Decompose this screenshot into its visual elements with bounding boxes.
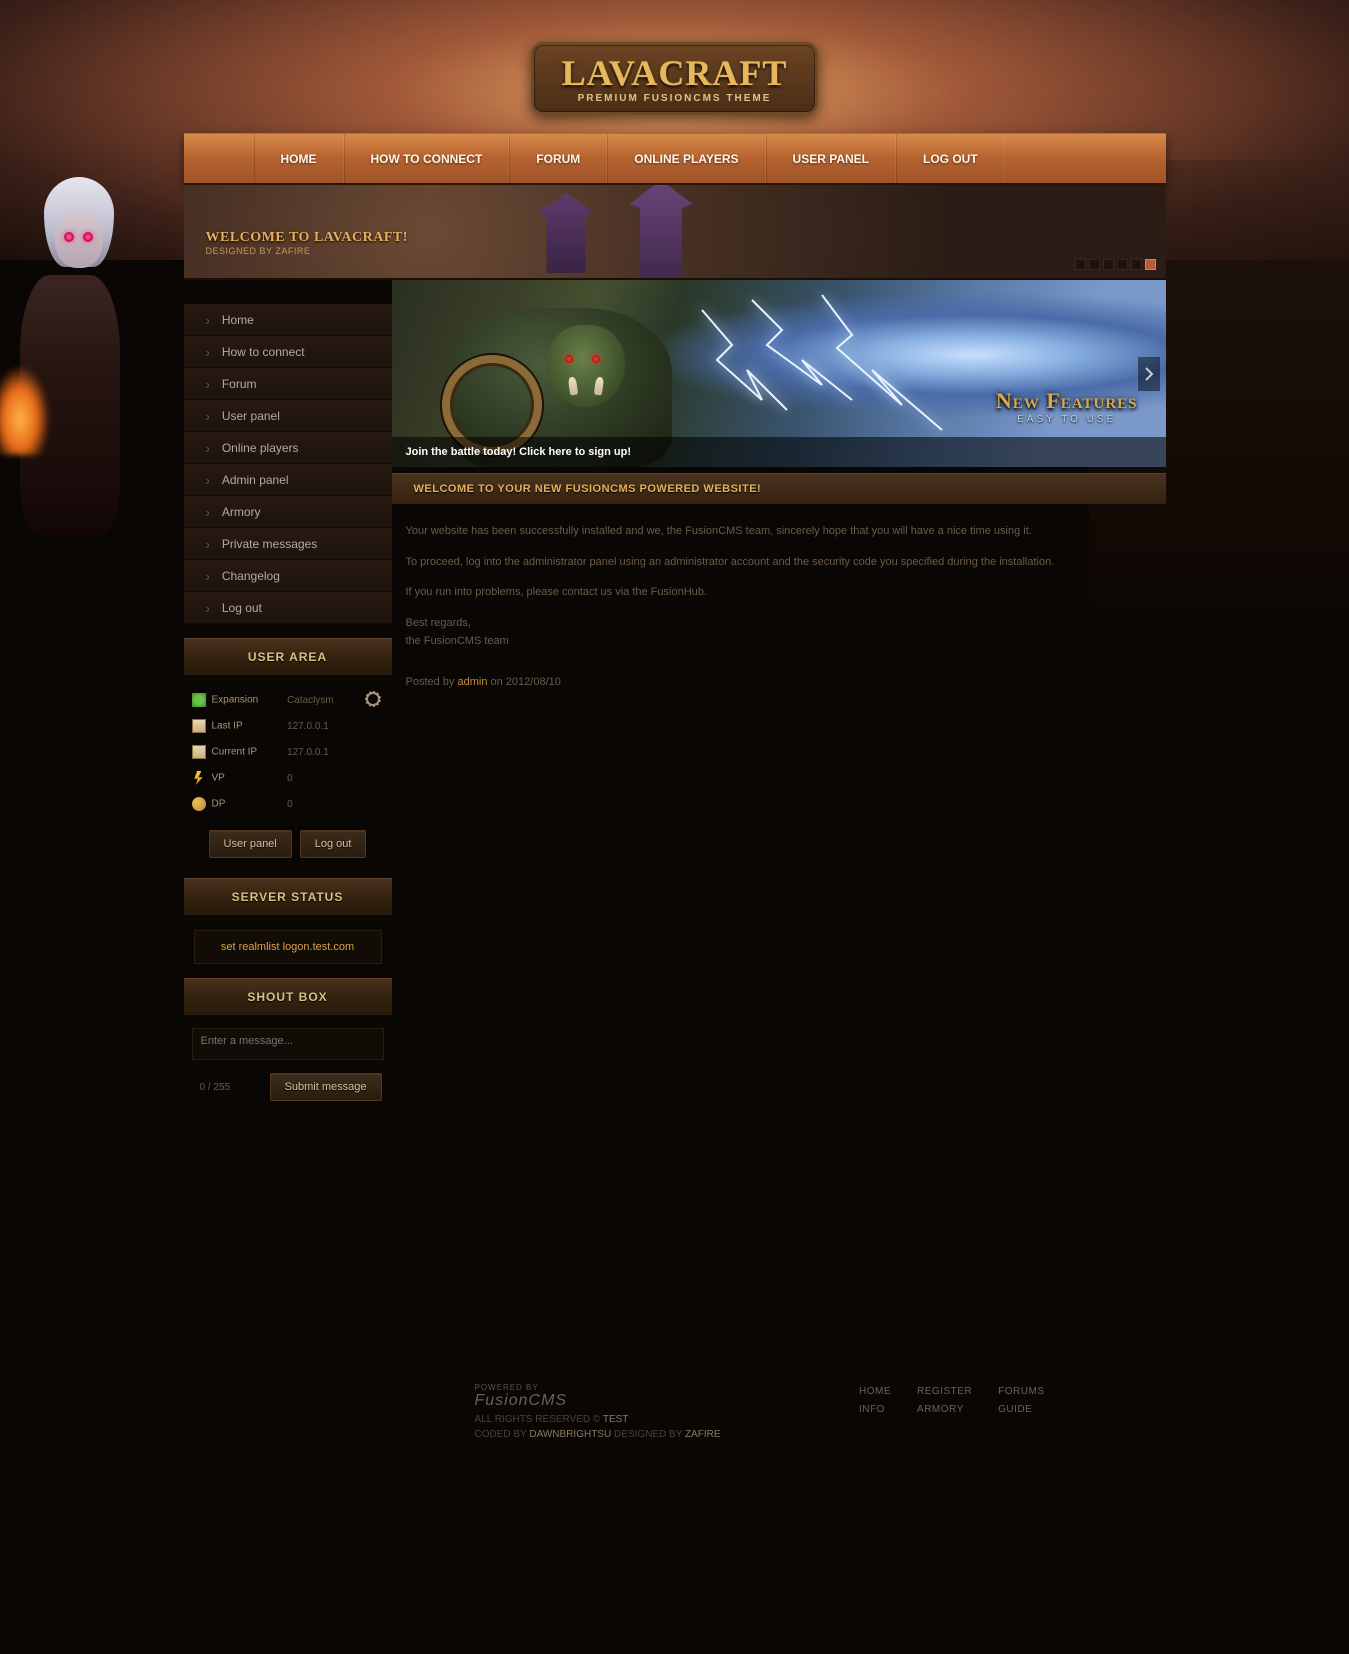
- shoutbox-submit-button[interactable]: Submit message: [270, 1073, 382, 1101]
- footer-link-forums[interactable]: FORUMS: [998, 1383, 1044, 1401]
- user-panel-button[interactable]: User panel: [209, 830, 292, 858]
- hero-pagination: [1075, 259, 1156, 270]
- coins-icon: [192, 797, 206, 811]
- shoutbox-heading: SHOUT BOX: [184, 978, 392, 1016]
- article-heading: WELCOME TO YOUR NEW FUSIONCMS POWERED WE…: [392, 473, 1166, 505]
- lightning-icon: [692, 290, 952, 450]
- logo: LAVACRAFT PREMIUM FUSIONCMS THEME: [184, 0, 1166, 133]
- article-author[interactable]: admin: [457, 676, 487, 688]
- site-subtitle: PREMIUM FUSIONCMS THEME: [562, 93, 788, 104]
- user-area-heading: USER AREA: [184, 638, 392, 676]
- hero-dot[interactable]: [1103, 259, 1114, 270]
- sidebar-item-armory[interactable]: Armory: [184, 496, 392, 528]
- footer-powered-name: FusionCMS: [475, 1392, 721, 1410]
- feature-cta[interactable]: Join the battle today! Click here to sig…: [392, 437, 1166, 467]
- nav-forum[interactable]: FORUM: [509, 134, 607, 183]
- nav-log-out[interactable]: LOG OUT: [896, 134, 1005, 183]
- user-row-vp: VP 0: [186, 766, 390, 790]
- article-body: Your website has been successfully insta…: [392, 505, 1166, 672]
- shoutbox-counter: 0 / 255: [200, 1082, 231, 1093]
- hero-dot[interactable]: [1075, 259, 1086, 270]
- sidebar-item-home[interactable]: Home: [184, 304, 392, 336]
- sidebar-item-online-players[interactable]: Online players: [184, 432, 392, 464]
- hero-dot[interactable]: [1117, 259, 1128, 270]
- nav-user-panel[interactable]: USER PANEL: [766, 134, 896, 183]
- hero-dot[interactable]: [1131, 259, 1142, 270]
- gear-icon[interactable]: [366, 692, 380, 706]
- user-row-expansion: Expansion Cataclysm: [186, 688, 390, 712]
- sidebar-item-user-panel[interactable]: User panel: [184, 400, 392, 432]
- nav-home[interactable]: HOME: [254, 134, 344, 183]
- footer-link-register[interactable]: REGISTER: [917, 1383, 972, 1401]
- footer-link-guide[interactable]: GUIDE: [998, 1401, 1044, 1419]
- server-status-heading: SERVER STATUS: [184, 878, 392, 916]
- user-row-dp: DP 0: [186, 792, 390, 816]
- sidebar-item-forum[interactable]: Forum: [184, 368, 392, 400]
- sidebar-item-log-out[interactable]: Log out: [184, 592, 392, 624]
- nav-online-players[interactable]: ONLINE PLAYERS: [607, 134, 765, 183]
- main-content: New Features EASY TO USE Join the battle…: [392, 280, 1166, 700]
- footer-powered-label: POWERED BY: [475, 1383, 721, 1392]
- feature-title: New Features: [996, 388, 1138, 414]
- hero-banner: WELCOME TO LAVACRAFT! DESIGNED BY ZAFIRE: [184, 185, 1166, 280]
- hero-byline: DESIGNED BY ZAFIRE: [206, 246, 408, 256]
- sidebar-item-how-to-connect[interactable]: How to connect: [184, 336, 392, 368]
- realmlist: set realmlist logon.test.com: [194, 930, 382, 964]
- shoutbox-input[interactable]: [192, 1028, 384, 1060]
- sidebar-item-admin-panel[interactable]: Admin panel: [184, 464, 392, 496]
- user-area-table: Expansion Cataclysm Last IP 127.0.0.1 Cu…: [184, 686, 392, 818]
- nav-how-to-connect[interactable]: HOW TO CONNECT: [344, 134, 510, 183]
- article-meta: Posted by admin on 2012/08/10: [392, 672, 1166, 700]
- sidebar: Home How to connect Forum User panel Onl…: [184, 280, 392, 1111]
- top-nav: HOME HOW TO CONNECT FORUM ONLINE PLAYERS…: [184, 133, 1166, 185]
- bolt-icon: [192, 771, 206, 785]
- feature-subtitle: EASY TO USE: [996, 414, 1138, 425]
- hero-dot[interactable]: [1089, 259, 1100, 270]
- sidebar-menu: Home How to connect Forum User panel Onl…: [184, 304, 392, 624]
- chevron-right-icon: [1144, 367, 1154, 381]
- footer-link-home[interactable]: HOME: [859, 1383, 891, 1401]
- user-row-current-ip: Current IP 127.0.0.1: [186, 740, 390, 764]
- footer-link-info[interactable]: INFO: [859, 1401, 891, 1419]
- user-row-last-ip: Last IP 127.0.0.1: [186, 714, 390, 738]
- puzzle-icon: [192, 693, 206, 707]
- logout-button[interactable]: Log out: [300, 830, 367, 858]
- feature-next-arrow[interactable]: [1138, 357, 1160, 391]
- footer: POWERED BY FusionCMS ALL RIGHTS RESERVED…: [305, 1371, 1045, 1480]
- footer-link-armory[interactable]: ARMORY: [917, 1401, 972, 1419]
- hero-dot-active[interactable]: [1145, 259, 1156, 270]
- sidebar-item-changelog[interactable]: Changelog: [184, 560, 392, 592]
- character-art: [0, 155, 130, 655]
- sidebar-item-private-messages[interactable]: Private messages: [184, 528, 392, 560]
- note-icon: [192, 745, 206, 759]
- hero-title: WELCOME TO LAVACRAFT!: [206, 230, 408, 246]
- note-icon: [192, 719, 206, 733]
- site-title: LAVACRAFT: [562, 55, 788, 91]
